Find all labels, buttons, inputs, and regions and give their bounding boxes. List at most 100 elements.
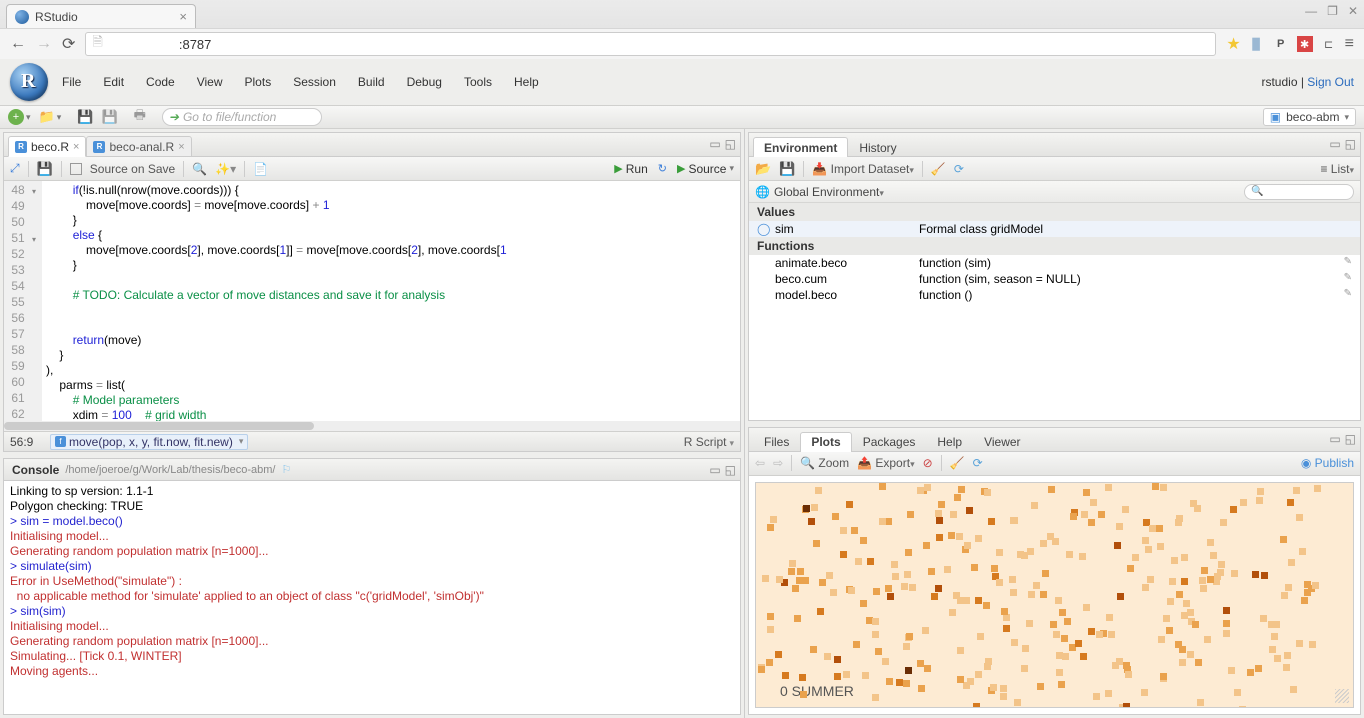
console-title: Console [12, 463, 59, 477]
run-button[interactable]: ▶Run [614, 162, 647, 176]
source-on-save-checkbox[interactable] [70, 163, 82, 175]
new-file-button[interactable]: +▾ [8, 109, 31, 125]
browser-tab[interactable]: RStudio × [6, 4, 196, 28]
close-tab-icon[interactable]: × [178, 141, 184, 153]
maximize-pane-icon[interactable]: ◱ [725, 463, 736, 477]
next-plot-icon[interactable]: ⇨ [773, 456, 783, 470]
find-icon[interactable]: 🔍 [192, 162, 207, 176]
editor-toolbar: ⤢ 💾 Source on Save 🔍 ✨▾ 📄 ▶Run ↻ ▶Source… [4, 157, 740, 181]
scope-crumb[interactable]: fmove(pop, x, y, fit.now, fit.new)▾ [50, 434, 248, 450]
popout-icon[interactable]: ⤢ [10, 161, 20, 176]
tab-files[interactable]: Files [753, 432, 800, 452]
editor-tab-beco-r[interactable]: Rbeco.R× [8, 136, 86, 157]
wand-icon[interactable]: ✨▾ [215, 162, 236, 176]
url-input[interactable] [109, 37, 1209, 52]
view-mode-button[interactable]: ≡ List▾ [1320, 162, 1354, 176]
minimize-pane-icon[interactable]: ▭ [1329, 432, 1340, 446]
env-row[interactable]: beco.cumfunction (sim, season = NULL)✎ [749, 271, 1360, 287]
window-controls: — ❐ ✕ [1305, 4, 1358, 18]
env-row[interactable]: ◯simFormal class gridModel [749, 221, 1360, 237]
horizontal-scrollbar[interactable] [4, 421, 740, 431]
menu-build[interactable]: Build [358, 75, 385, 89]
save-file-button[interactable]: 💾 [37, 161, 53, 177]
rstudio-favicon [15, 10, 29, 24]
forward-icon[interactable]: → [36, 35, 52, 53]
source-button[interactable]: ▶Source▾ [677, 162, 734, 176]
browser-tab-title: RStudio [35, 10, 173, 24]
tab-packages[interactable]: Packages [852, 432, 927, 452]
goto-file-function[interactable]: ➔Go to file/function [162, 108, 322, 126]
prev-plot-icon[interactable]: ⇦ [755, 456, 765, 470]
minimize-pane-icon[interactable]: ▭ [709, 463, 720, 477]
close-tab-icon[interactable]: × [73, 141, 79, 153]
save-workspace-icon[interactable]: 💾 [779, 161, 795, 177]
refresh-plots-icon[interactable]: ⟳ [973, 456, 983, 470]
browser-chrome: RStudio × — ❐ ✕ ← → ⟳ 🗎 ★ ▉ P ✱ ⊏ ≡ [0, 0, 1364, 59]
zoom-button[interactable]: 🔍 Zoom [800, 456, 849, 470]
menu-debug[interactable]: Debug [407, 75, 442, 89]
tab-history[interactable]: History [848, 137, 907, 157]
menu-session[interactable]: Session [293, 75, 336, 89]
reload-icon[interactable]: ⟳ [62, 34, 75, 54]
minimize-pane-icon[interactable]: ▭ [1329, 137, 1340, 151]
environment-list: Values◯simFormal class gridModelFunction… [749, 203, 1360, 420]
extension-p-icon[interactable]: P [1273, 36, 1289, 52]
menu-edit[interactable]: Edit [103, 75, 124, 89]
minimize-icon[interactable]: — [1305, 4, 1317, 18]
menu-help[interactable]: Help [514, 75, 539, 89]
extension-c-icon[interactable]: ⊏ [1321, 36, 1337, 52]
save-button[interactable]: 💾 [77, 109, 93, 125]
file-type[interactable]: R Script▾ [684, 435, 734, 449]
address-bar[interactable]: 🗎 [85, 32, 1216, 56]
console-output[interactable]: Linking to sp version: 1.1-1Polygon chec… [4, 481, 740, 714]
env-row[interactable]: model.becofunction ()✎ [749, 287, 1360, 303]
editor-tab-beco-anal-r[interactable]: Rbeco-anal.R× [86, 136, 191, 157]
globe-icon: 🌐 [755, 185, 770, 199]
extension-red-icon[interactable]: ✱ [1297, 36, 1313, 52]
resize-grip-icon[interactable] [1335, 689, 1349, 703]
menu-code[interactable]: Code [146, 75, 175, 89]
load-workspace-icon[interactable]: 📂 [755, 161, 771, 177]
menu-tools[interactable]: Tools [464, 75, 492, 89]
page-icon: 🗎 [92, 33, 102, 55]
compile-report-icon[interactable]: 📄 [253, 162, 268, 176]
close-window-icon[interactable]: ✕ [1348, 4, 1358, 18]
tab-help[interactable]: Help [926, 432, 973, 452]
maximize-icon[interactable]: ❐ [1327, 4, 1338, 18]
clear-workspace-icon[interactable]: 🧹 [931, 162, 946, 176]
menu-file[interactable]: File [62, 75, 81, 89]
env-row[interactable]: animate.becofunction (sim)✎ [749, 255, 1360, 271]
bookmark-star-icon[interactable]: ★ [1226, 34, 1240, 54]
environment-scope[interactable]: Global Environment▾ [774, 185, 884, 199]
console-path-picker-icon[interactable]: ⚐ [281, 463, 291, 476]
rerun-button[interactable]: ↻ [658, 162, 667, 175]
clear-plots-icon[interactable]: 🧹 [950, 456, 965, 470]
code-editor[interactable]: 48 ▾ 49 50 51 ▾ 52 53 54 55 56 57 58 59 … [4, 181, 740, 431]
remove-plot-icon[interactable]: ⊘ [923, 456, 933, 470]
refresh-env-icon[interactable]: ⟳ [954, 162, 964, 176]
print-button[interactable]: 🖶 [134, 106, 146, 128]
export-button[interactable]: 📤 Export▾ [857, 456, 915, 470]
save-all-button[interactable]: 💾 [101, 109, 117, 125]
console-path: /home/joeroe/g/Work/Lab/thesis/beco-abm/ [65, 464, 275, 476]
open-project-button[interactable]: 📁▾ [39, 109, 62, 125]
tab-environment[interactable]: Environment [753, 137, 848, 157]
maximize-pane-icon[interactable]: ◱ [1345, 432, 1356, 446]
env-search[interactable]: 🔍 [1244, 184, 1354, 200]
tab-plots[interactable]: Plots [800, 432, 851, 452]
publish-button[interactable]: ◉ Publish [1301, 456, 1354, 470]
maximize-pane-icon[interactable]: ◱ [1345, 137, 1356, 151]
extension-icon[interactable]: ▉ [1249, 36, 1265, 52]
editor-tabbar: Rbeco.R× Rbeco-anal.R× ▭ ◱ [4, 133, 740, 157]
import-dataset-button[interactable]: 📥 Import Dataset▾ [812, 162, 914, 176]
hamburger-menu-icon[interactable]: ≡ [1345, 35, 1354, 53]
sign-out-link[interactable]: Sign Out [1307, 75, 1354, 89]
menu-plots[interactable]: Plots [245, 75, 272, 89]
close-tab-icon[interactable]: × [179, 9, 187, 24]
back-icon[interactable]: ← [10, 35, 26, 53]
project-selector[interactable]: ▣beco-abm▾ [1263, 108, 1356, 126]
tab-viewer[interactable]: Viewer [973, 432, 1031, 452]
menu-view[interactable]: View [197, 75, 223, 89]
maximize-pane-icon[interactable]: ◱ [725, 137, 736, 151]
minimize-pane-icon[interactable]: ▭ [709, 137, 720, 151]
